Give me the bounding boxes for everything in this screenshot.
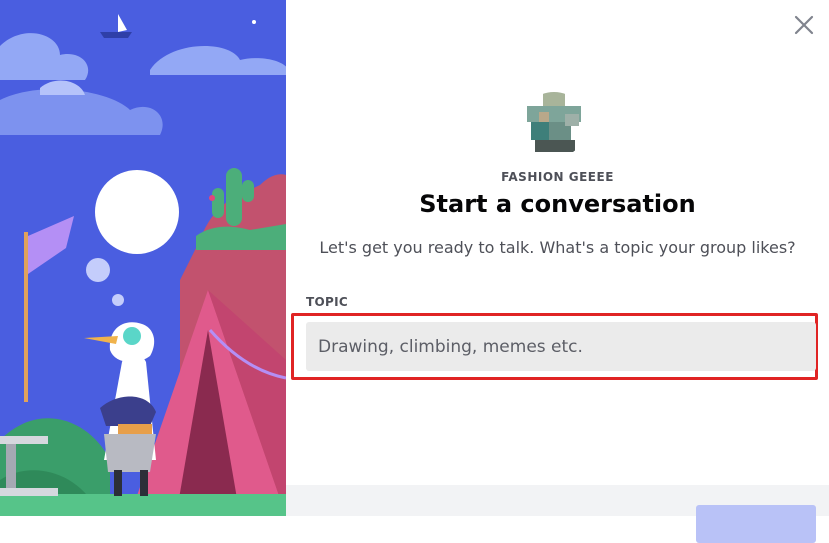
conversation-dialog: FASHION GEEEE Start a conversation Let's… [286, 0, 829, 543]
illustration-panel [0, 0, 286, 516]
next-button[interactable] [696, 505, 816, 543]
server-avatar [521, 92, 587, 158]
close-icon[interactable] [791, 12, 817, 38]
dialog-subtitle: Let's get you ready to talk. What's a to… [319, 238, 796, 257]
topic-label: TOPIC [306, 295, 348, 309]
dialog-footer [286, 485, 829, 543]
wumpus-illustration [0, 0, 286, 516]
server-name: FASHION GEEEE [501, 170, 614, 184]
topic-input[interactable] [306, 322, 816, 371]
dialog-title: Start a conversation [419, 190, 696, 218]
